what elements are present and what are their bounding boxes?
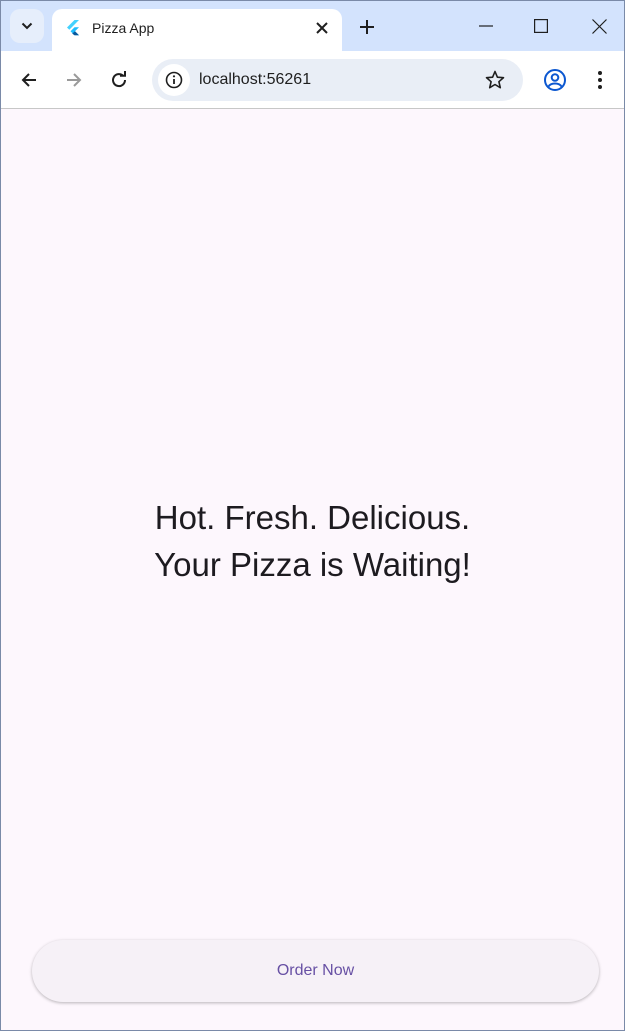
chevron-down-icon — [21, 22, 33, 30]
url-text[interactable]: localhost:56261 — [199, 70, 311, 90]
reload-button[interactable] — [103, 64, 135, 96]
new-tab-button[interactable] — [353, 13, 381, 41]
minimize-icon — [479, 25, 493, 27]
back-button[interactable] — [13, 64, 45, 96]
arrow-left-icon — [21, 73, 36, 87]
headline: Hot. Fresh. Delicious. Your Pizza is Wai… — [1, 494, 624, 588]
account-circle-icon — [544, 69, 566, 91]
profile-button[interactable] — [539, 64, 571, 96]
app-page: Hot. Fresh. Delicious. Your Pizza is Wai… — [1, 109, 624, 1030]
site-info-button[interactable] — [158, 64, 190, 96]
star-icon — [485, 70, 505, 89]
more-vert-icon — [598, 71, 602, 89]
minimize-button[interactable] — [463, 7, 509, 45]
tab-pizza-app[interactable]: Pizza App — [52, 9, 342, 51]
close-icon — [316, 22, 328, 34]
arrow-right-icon — [67, 73, 82, 87]
reload-icon — [112, 71, 127, 88]
plus-icon — [360, 20, 374, 34]
menu-button[interactable] — [584, 64, 616, 96]
address-bar[interactable]: localhost:56261 — [152, 59, 523, 101]
flutter-icon — [67, 20, 79, 36]
close-icon — [591, 18, 607, 34]
browser-toolbar: localhost:56261 — [1, 51, 624, 109]
tab-strip: Pizza App — [1, 1, 624, 51]
maximize-icon — [534, 19, 548, 33]
tab-search-button[interactable] — [10, 9, 44, 43]
bookmark-button[interactable] — [483, 68, 507, 92]
window-close-button[interactable] — [576, 7, 622, 45]
tab-title: Pizza App — [92, 20, 155, 36]
tab-close-button[interactable] — [312, 18, 332, 38]
forward-button[interactable] — [58, 64, 90, 96]
info-icon — [165, 71, 183, 89]
maximize-button[interactable] — [518, 7, 564, 45]
headline-line-1: Hot. Fresh. Delicious. — [154, 499, 471, 536]
order-now-button[interactable]: Order Now — [32, 940, 599, 1002]
headline-line-2: Your Pizza is Waiting! — [154, 546, 471, 583]
browser-window: Pizza App localhost:56261 Hot. Fresh. De… — [0, 0, 625, 1031]
